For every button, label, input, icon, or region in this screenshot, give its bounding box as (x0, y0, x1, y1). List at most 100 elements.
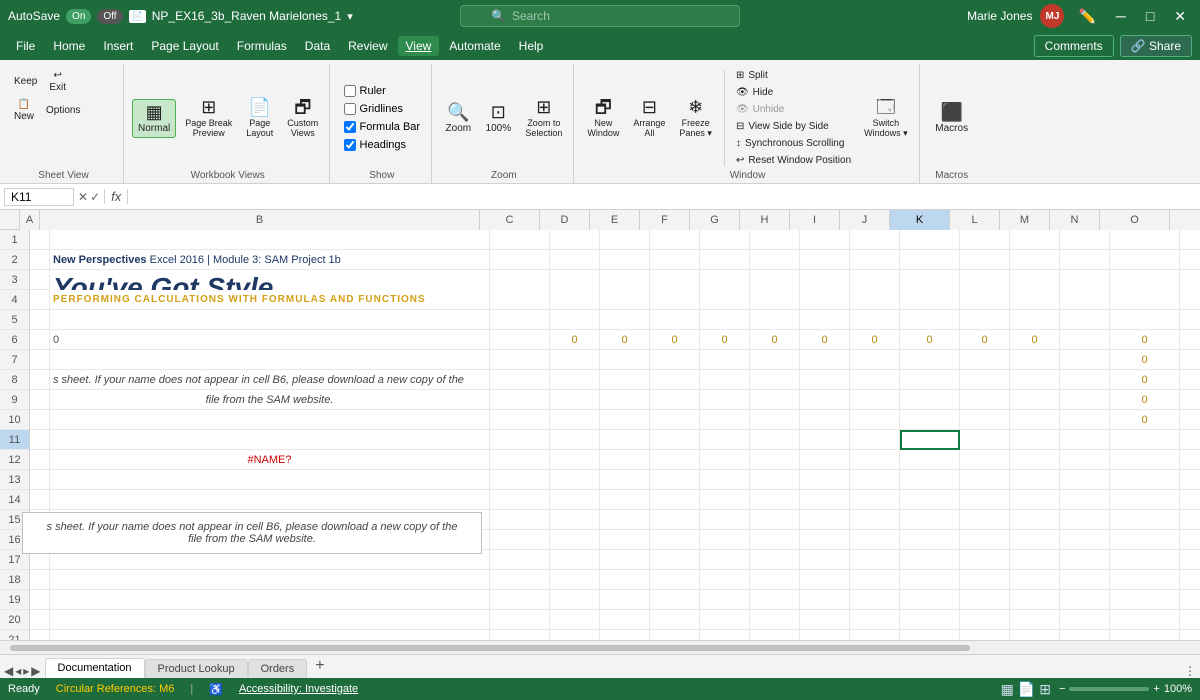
freeze-panes-button[interactable]: ❄ Freeze Panes ▾ (674, 95, 717, 142)
cell-c19[interactable] (490, 590, 550, 610)
cell-g6[interactable]: 0 (700, 330, 750, 350)
zoom-out-button[interactable]: − (1059, 683, 1065, 695)
cancel-formula-icon[interactable]: ✕ (78, 190, 88, 204)
cell-d20[interactable] (550, 610, 600, 630)
cell-c10[interactable] (490, 410, 550, 430)
menu-review[interactable]: Review (340, 36, 395, 56)
switch-windows-button[interactable]: 🗔 Switch Windows ▾ (859, 95, 913, 142)
cell-k6[interactable]: 0 (900, 330, 960, 350)
cell-n12[interactable] (1060, 450, 1110, 470)
cell-i13[interactable] (800, 470, 850, 490)
restore-button[interactable]: □ (1140, 8, 1160, 24)
cell-c7[interactable] (490, 350, 550, 370)
cell-p17[interactable] (1180, 550, 1200, 570)
cell-m17[interactable] (1010, 550, 1060, 570)
cell-d14[interactable] (550, 490, 600, 510)
cell-l18[interactable] (960, 570, 1010, 590)
cell-m14[interactable] (1010, 490, 1060, 510)
cell-o18[interactable] (1110, 570, 1180, 590)
cell-o16[interactable] (1110, 530, 1180, 550)
tab-scroll-prev[interactable]: ◂ (15, 664, 21, 678)
cell-d5[interactable] (550, 310, 600, 330)
page-layout-view-icon[interactable]: 📄 (1018, 681, 1035, 698)
cell-c9[interactable] (490, 390, 550, 410)
cell-j21[interactable] (850, 630, 900, 640)
cell-b11[interactable] (50, 430, 490, 450)
cell-h2[interactable] (750, 250, 800, 270)
gridlines-check[interactable] (344, 103, 356, 115)
cell-o13[interactable] (1110, 470, 1180, 490)
cell-g5[interactable] (700, 310, 750, 330)
cell-i7[interactable] (800, 350, 850, 370)
autosave-toggle-off[interactable]: Off (97, 9, 122, 24)
cell-j4[interactable] (850, 290, 900, 310)
cell-i4[interactable] (800, 290, 850, 310)
cell-d16[interactable] (550, 530, 600, 550)
cell-p19[interactable] (1180, 590, 1200, 610)
cell-l2[interactable] (960, 250, 1010, 270)
cell-n19[interactable] (1060, 590, 1110, 610)
cell-p9[interactable]: 0 (1180, 390, 1200, 410)
cell-b4[interactable]: PERFORMING CALCULATIONS WITH FORMULAS AN… (50, 290, 490, 310)
cell-a4[interactable] (30, 290, 50, 310)
cell-b20[interactable] (50, 610, 490, 630)
cell-e18[interactable] (600, 570, 650, 590)
cell-m7[interactable] (1010, 350, 1060, 370)
minimize-button[interactable]: ─ (1110, 8, 1132, 24)
page-break-button[interactable]: ⊞ Page Break Preview (180, 95, 237, 141)
cell-f20[interactable] (650, 610, 700, 630)
cell-a21[interactable] (30, 630, 50, 640)
cell-e14[interactable] (600, 490, 650, 510)
cell-k5[interactable] (900, 310, 960, 330)
cell-p8[interactable]: 0 (1180, 370, 1200, 390)
cell-o5[interactable] (1110, 310, 1180, 330)
cell-c13[interactable] (490, 470, 550, 490)
cell-e12[interactable] (600, 450, 650, 470)
cell-l8[interactable] (960, 370, 1010, 390)
cell-f4[interactable] (650, 290, 700, 310)
cell-a6[interactable] (30, 330, 50, 350)
keep-button[interactable]: Keep (10, 74, 41, 89)
split-button[interactable]: ⊞ Split (732, 68, 855, 83)
cell-p20[interactable] (1180, 610, 1200, 630)
cell-h1[interactable] (750, 230, 800, 250)
cell-a12[interactable] (30, 450, 50, 470)
menu-page-layout[interactable]: Page Layout (143, 36, 226, 56)
col-header-i[interactable]: I (790, 210, 840, 230)
cell-f1[interactable] (650, 230, 700, 250)
cell-k9[interactable] (900, 390, 960, 410)
cell-b13[interactable] (50, 470, 490, 490)
cell-h17[interactable] (750, 550, 800, 570)
cell-d21[interactable] (550, 630, 600, 640)
cell-o4[interactable] (1110, 290, 1180, 310)
cell-h18[interactable] (750, 570, 800, 590)
col-header-m[interactable]: M (1000, 210, 1050, 230)
col-header-d[interactable]: D (540, 210, 590, 230)
cell-n2[interactable] (1060, 250, 1110, 270)
search-bar[interactable]: 🔍 Search (460, 5, 740, 27)
exit-button[interactable]: ↩ Exit (45, 68, 70, 95)
cell-k21[interactable] (900, 630, 960, 640)
tab-scroll-next[interactable]: ▸ (23, 664, 29, 678)
cell-e17[interactable] (600, 550, 650, 570)
cell-i10[interactable] (800, 410, 850, 430)
cell-n8[interactable] (1060, 370, 1110, 390)
zoom-slider[interactable] (1069, 687, 1149, 691)
cell-c17[interactable] (490, 550, 550, 570)
cell-e7[interactable] (600, 350, 650, 370)
cell-p6[interactable]: 0 (1180, 330, 1200, 350)
menu-file[interactable]: File (8, 36, 43, 56)
ruler-check[interactable] (344, 85, 356, 97)
cell-g15[interactable] (700, 510, 750, 530)
cell-k7[interactable] (900, 350, 960, 370)
col-header-e[interactable]: E (590, 210, 640, 230)
cell-k1[interactable] (900, 230, 960, 250)
cell-i19[interactable] (800, 590, 850, 610)
cell-c6[interactable] (490, 330, 550, 350)
cell-p5[interactable] (1180, 310, 1200, 330)
cell-e5[interactable] (600, 310, 650, 330)
arrange-all-button[interactable]: ⊟ Arrange All (628, 95, 670, 141)
cell-m1[interactable] (1010, 230, 1060, 250)
cell-o8[interactable]: 0 (1110, 370, 1180, 390)
cell-e11[interactable] (600, 430, 650, 450)
